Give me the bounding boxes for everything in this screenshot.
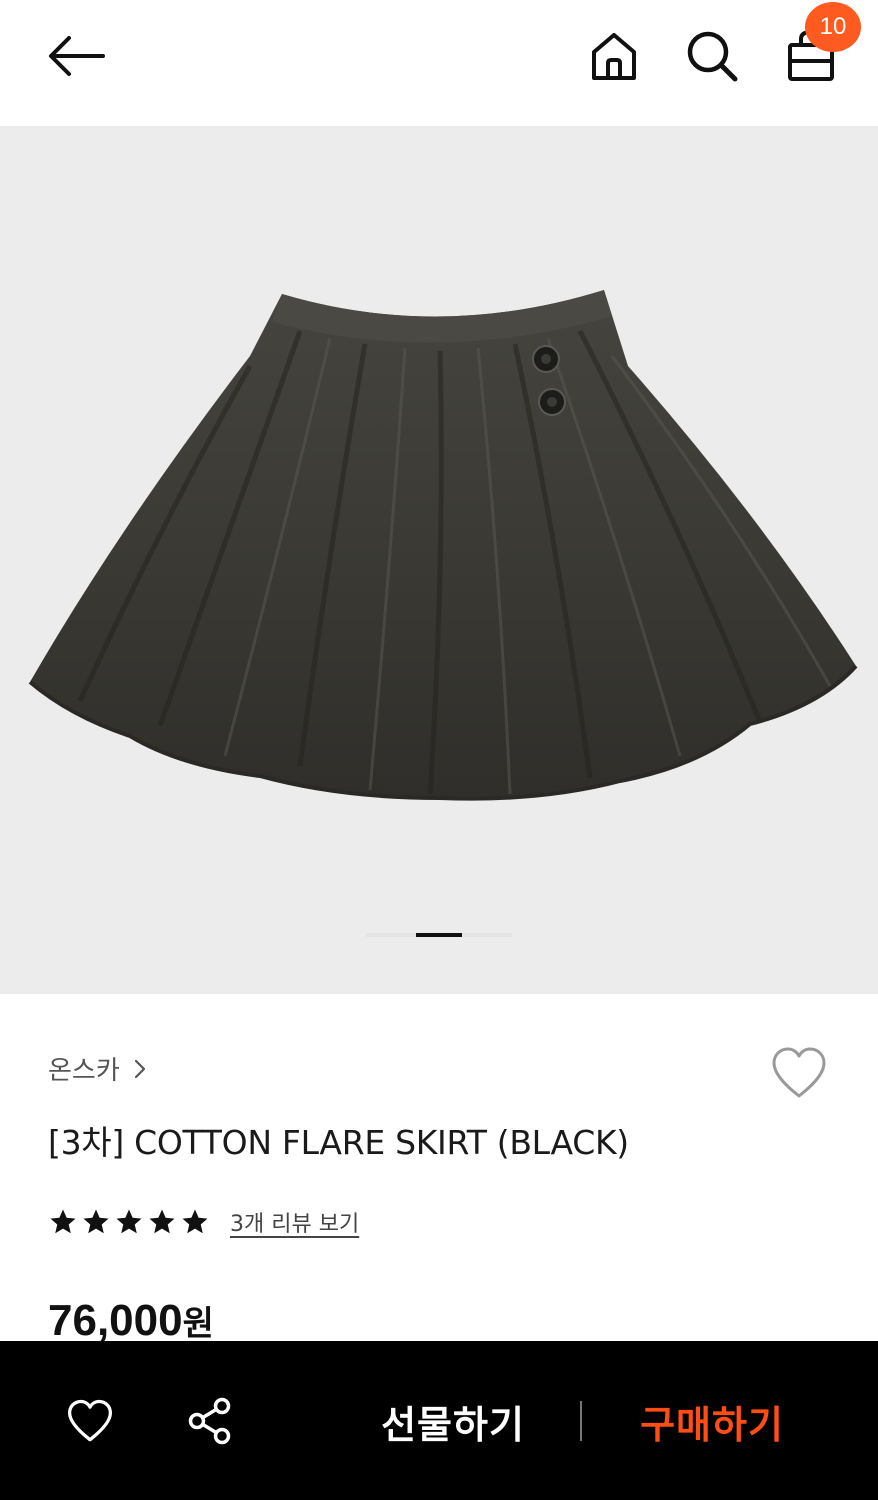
chevron-right-icon [134,1059,145,1078]
product-title: [3차] COTTON FLARE SKIRT (BLACK) [48,1123,629,1162]
star-filled-icon [116,1209,142,1234]
price-currency: 원 [182,1304,214,1344]
heart-outline-icon [772,1047,826,1098]
gift-button[interactable]: 선물하기 [360,1391,546,1451]
cart-count-badge: 10 [805,2,861,52]
brand-link[interactable]: 온스카 [48,1050,146,1087]
star-filled-icon [149,1209,175,1234]
product-price: 76,000 원 [48,1296,214,1346]
star-filled-icon [83,1209,109,1234]
price-amount: 76,000 [48,1296,183,1345]
search-icon [687,31,738,82]
share-icon [188,1397,231,1445]
home-icon [592,33,636,80]
product-image [28,290,858,801]
indicator-active-dot [416,933,462,937]
star-filled-icon [50,1209,76,1234]
arrow-left-icon [49,36,105,76]
back-button[interactable] [40,26,110,86]
gallery-page-indicator [366,933,512,937]
bottom-action-bar: 선물하기 구매하기 [0,1341,878,1500]
heart-outline-icon [67,1399,112,1442]
review-link[interactable]: 3개 리뷰 보기 [230,1206,359,1238]
product-image-gallery[interactable] [0,126,878,994]
buy-button[interactable]: 구매하기 [624,1391,800,1451]
product-rating: 3개 리뷰 보기 [48,1206,359,1238]
indicator-track [366,933,512,937]
top-navigation-bar: 10 [0,0,878,126]
home-button[interactable] [584,26,644,86]
brand-name: 온스카 [48,1056,120,1086]
search-button[interactable] [682,26,742,86]
rating-stars [48,1207,210,1237]
wishlist-button[interactable] [770,1046,828,1102]
star-filled-icon [182,1209,208,1234]
bottom-wishlist-button[interactable] [62,1395,118,1447]
share-button[interactable] [184,1395,236,1447]
action-divider [580,1401,582,1441]
